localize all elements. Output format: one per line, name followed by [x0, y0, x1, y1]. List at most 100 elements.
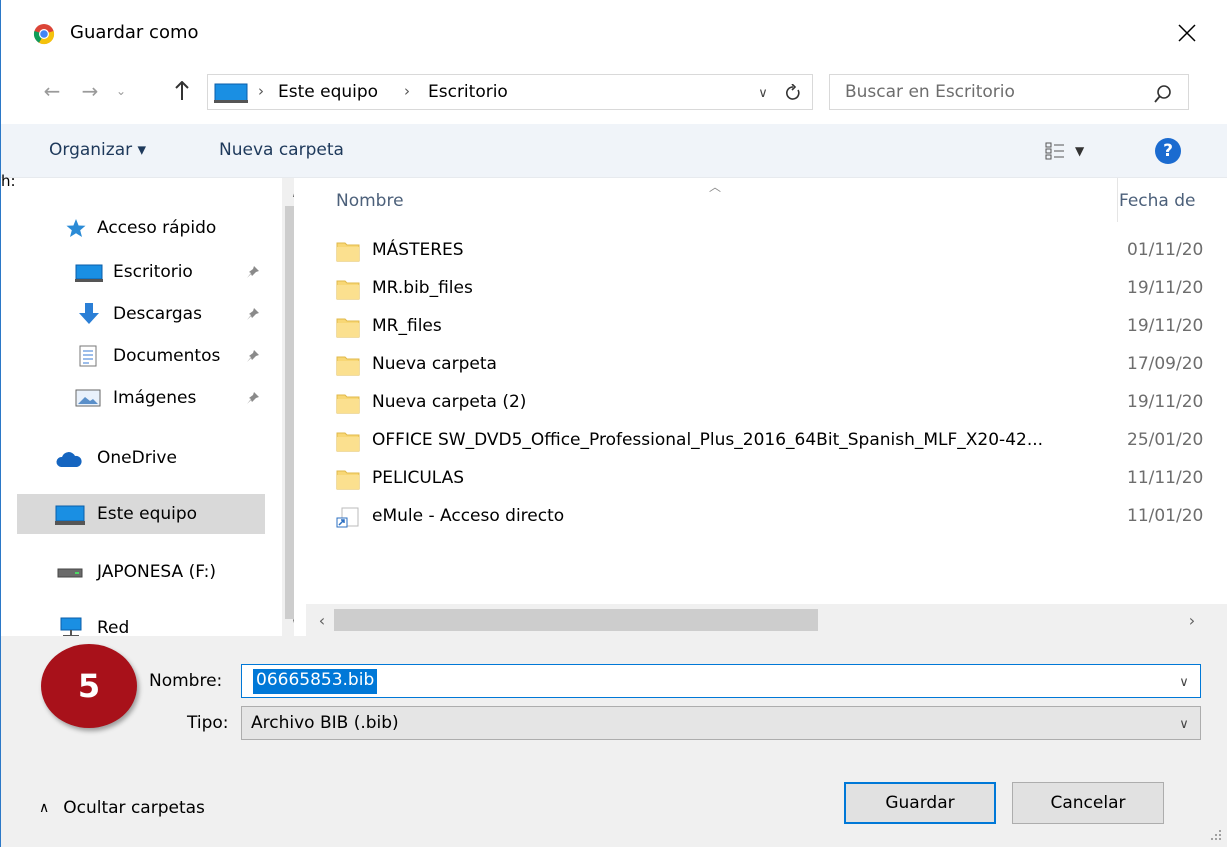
hide-folders-button[interactable]: ∧ Ocultar carpetas: [39, 798, 205, 818]
column-header-date[interactable]: Fecha de: [1117, 191, 1196, 211]
file-row[interactable]: Nueva carpeta (2) 19/11/20: [306, 384, 1227, 422]
chevron-down-icon: ∨: [291, 616, 294, 631]
file-name[interactable]: MÁSTERES: [372, 240, 464, 260]
column-header-name[interactable]: Nombre: [336, 191, 404, 211]
file-date: 19/11/20: [1127, 278, 1204, 298]
file-date: 19/11/20: [1127, 316, 1204, 336]
file-name-label: Nombre:: [149, 671, 223, 691]
chevron-down-icon: ∨: [1179, 674, 1189, 690]
network-icon: [60, 617, 82, 636]
file-name-value[interactable]: 06665853.bib: [253, 669, 378, 694]
file-name[interactable]: Nueva carpeta: [372, 354, 497, 374]
save-button[interactable]: Guardar: [844, 782, 996, 824]
desktop-icon: [75, 264, 103, 282]
file-row[interactable]: PELICULAS 11/11/20: [306, 460, 1227, 498]
nav-item-red[interactable]: Red: [17, 608, 265, 636]
address-bar[interactable]: › Este equipo › Escritorio ∨: [207, 74, 813, 110]
organize-button[interactable]: Organizar ▾: [49, 140, 146, 160]
nav-item-este-equipo[interactable]: Este equipo: [17, 494, 265, 534]
chevron-down-icon: ∨: [758, 85, 768, 101]
back-button[interactable]: ←: [37, 76, 67, 106]
up-button[interactable]: [167, 76, 197, 106]
refresh-button[interactable]: [778, 80, 808, 106]
nav-item-onedrive[interactable]: OneDrive: [17, 438, 265, 478]
file-row[interactable]: MÁSTERES 01/11/20: [306, 232, 1227, 270]
arrow-left-icon: ←: [43, 79, 61, 103]
nav-item-acceso-rapido[interactable]: Acceso rápido: [17, 208, 265, 248]
recent-locations-button[interactable]: ⌄: [109, 76, 133, 106]
nav-item-documentos[interactable]: Documentos: [17, 336, 265, 376]
scroll-right-button[interactable]: ›: [1178, 604, 1206, 636]
nav-item-imagenes[interactable]: Imágenes: [17, 378, 265, 418]
forward-button[interactable]: →: [75, 76, 105, 106]
command-bar: Organizar ▾ Nueva carpeta ▼ ?: [1, 124, 1227, 178]
file-list-horizontal-scrollbar[interactable]: ‹ ›: [306, 604, 1227, 636]
file-name[interactable]: Nueva carpeta (2): [372, 392, 526, 412]
file-name[interactable]: PELICULAS: [372, 468, 464, 488]
file-name-dropdown-button[interactable]: ∨: [1172, 670, 1196, 694]
nav-item-descargas[interactable]: Descargas: [17, 294, 265, 334]
chrome-icon: [33, 24, 55, 45]
nav-item-japonesa-drive[interactable]: JAPONESA (F:): [17, 552, 265, 592]
scroll-left-button[interactable]: ‹: [308, 604, 336, 636]
help-button[interactable]: ?: [1155, 138, 1181, 164]
close-button[interactable]: [1164, 12, 1210, 54]
new-folder-button[interactable]: Nueva carpeta: [219, 140, 344, 160]
pin-icon[interactable]: [245, 264, 261, 280]
navigation-row: ← → ⌄ › Este equipo › Escritorio ∨ Busca…: [1, 66, 1227, 118]
file-date: 19/11/20: [1127, 392, 1204, 412]
resize-grip-icon[interactable]: [1208, 827, 1222, 841]
file-row[interactable]: MR.bib_files 19/11/20: [306, 270, 1227, 308]
hide-folders-label: Ocultar carpetas: [63, 798, 205, 818]
file-date: 17/09/20: [1127, 354, 1204, 374]
file-type-value: Archivo BIB (.bib): [251, 713, 399, 733]
arrow-up-icon: [175, 81, 189, 100]
pin-icon[interactable]: [245, 390, 261, 406]
pin-icon[interactable]: [245, 348, 261, 364]
scroll-up-button[interactable]: ∧: [282, 180, 294, 206]
address-dropdown-button[interactable]: ∨: [748, 80, 778, 106]
file-name[interactable]: MR.bib_files: [372, 278, 473, 298]
chevron-right-icon: ›: [1188, 610, 1196, 630]
scrollbar-thumb[interactable]: [285, 206, 294, 619]
file-row[interactable]: Nueva carpeta 17/09/20: [306, 346, 1227, 384]
nav-item-label: Documentos: [113, 346, 221, 366]
file-row[interactable]: MR_files 19/11/20: [306, 308, 1227, 346]
folder-icon: [336, 242, 360, 262]
nav-item-label: JAPONESA (F:): [97, 562, 217, 582]
background-text-fragment: h:: [1, 172, 16, 190]
folder-icon: [336, 470, 360, 490]
scroll-down-button[interactable]: ∨: [282, 610, 294, 636]
search-box[interactable]: Buscar en Escritorio: [829, 74, 1189, 110]
navigation-pane: Acceso rápido Escritorio Descargas Docum…: [17, 178, 294, 636]
close-icon: [1178, 24, 1196, 42]
search-placeholder[interactable]: Buscar en Escritorio: [845, 82, 1015, 102]
nav-item-label: Este equipo: [97, 504, 198, 524]
nav-pane-scrollbar[interactable]: ∧ ∨: [282, 178, 294, 636]
file-type-dropdown-button[interactable]: ∨: [1172, 712, 1196, 736]
breadcrumb-escritorio[interactable]: Escritorio: [428, 82, 508, 102]
file-type-select[interactable]: Archivo BIB (.bib) ∨: [241, 706, 1201, 740]
folder-icon: [336, 394, 360, 414]
file-date: 25/01/20: [1127, 430, 1204, 450]
file-name[interactable]: MR_files: [372, 316, 442, 336]
file-row[interactable]: OFFICE SW_DVD5_Office_Professional_Plus_…: [306, 422, 1227, 460]
cancel-button[interactable]: Cancelar: [1012, 782, 1164, 824]
search-icon[interactable]: [1152, 83, 1174, 105]
pin-icon[interactable]: [245, 306, 261, 322]
refresh-icon: [786, 84, 800, 100]
file-name[interactable]: OFFICE SW_DVD5_Office_Professional_Plus_…: [372, 430, 1043, 450]
file-name-input[interactable]: 06665853.bib ∨: [241, 664, 1201, 698]
breadcrumb-este-equipo[interactable]: Este equipo: [278, 82, 378, 102]
file-row[interactable]: eMule - Acceso directo 11/01/20: [306, 498, 1227, 536]
window-title: Guardar como: [70, 22, 199, 43]
chevron-up-icon: ∧: [291, 186, 294, 201]
scrollbar-thumb[interactable]: [334, 609, 818, 631]
file-name[interactable]: eMule - Acceso directo: [372, 506, 564, 526]
file-list: ︿ Nombre Fecha de MÁSTERES 01/11/20 MR.bib…: [306, 178, 1227, 604]
chevron-down-icon: ∨: [1179, 716, 1189, 732]
nav-item-escritorio[interactable]: Escritorio: [17, 252, 265, 292]
save-form: 5 Nombre: 06665853.bib ∨ Tipo: Archivo B…: [1, 636, 1227, 847]
change-view-button[interactable]: ▼: [1045, 138, 1101, 164]
folder-icon: [336, 318, 360, 338]
